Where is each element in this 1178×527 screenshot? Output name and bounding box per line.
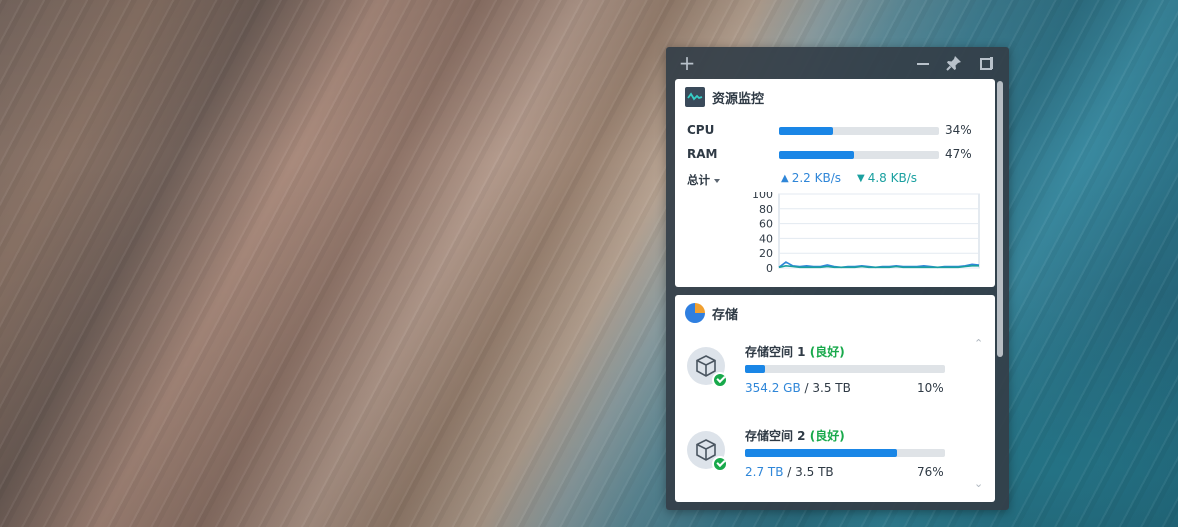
storage-header: 存储 xyxy=(685,303,738,323)
volume-status-close: ) xyxy=(839,345,845,359)
chart-y-tick-label: 20 xyxy=(759,247,773,260)
ram-percent: 47% xyxy=(945,147,972,161)
upload-speed-value: 2.2 KB/s xyxy=(791,171,841,185)
widget-panel: + 资源监控 CPU 34% RAM 47% 总计 ▲ 2.2 KB/s ▼ 4… xyxy=(666,47,1009,510)
chart-plot-frame xyxy=(778,193,980,269)
chart-y-tick-label: 60 xyxy=(759,218,773,231)
plus-icon[interactable]: + xyxy=(678,53,696,73)
chart-y-tick-label: 0 xyxy=(766,262,773,275)
ram-label: RAM xyxy=(687,147,718,161)
volume-separator: / xyxy=(804,381,809,395)
chart-y-tick-label: 40 xyxy=(759,232,773,245)
volume-usage-bar xyxy=(745,449,945,457)
healthy-check-icon xyxy=(712,372,728,388)
download-arrow-icon: ▼ xyxy=(857,172,865,184)
chart-y-tick-label: 100 xyxy=(752,192,773,201)
volume-capacity: 354.2 GB / 3.5 TB xyxy=(745,381,851,395)
ram-usage-fill xyxy=(779,151,855,159)
chart-grid xyxy=(778,193,980,269)
scrollbar-thumb[interactable] xyxy=(997,81,1003,357)
monitor-icon xyxy=(685,87,705,107)
volume-capacity: 2.7 TB / 3.5 TB xyxy=(745,465,834,479)
volume-usage-bar xyxy=(745,365,945,373)
volume-usage-fill xyxy=(745,365,765,373)
widget-toolbar: + xyxy=(666,47,1009,79)
volume-name: 存储空间 2 (良好) xyxy=(745,427,845,444)
ram-usage-bar xyxy=(779,151,939,159)
volume-usage-fill xyxy=(745,449,897,457)
volume-name: 存储空间 1 (良好) xyxy=(745,343,845,360)
volume-item[interactable]: 存储空间 2 (良好) 2.7 TB / 3.5 TB 76% xyxy=(675,427,995,497)
volume-name-text: 存储空间 2 xyxy=(745,429,806,443)
network-chart: 100 80 6040 20 0 xyxy=(752,192,980,275)
volume-percent: 76% xyxy=(917,465,944,479)
resource-monitor-title: 资源监控 xyxy=(712,91,765,107)
download-speed-value: 4.8 KB/s xyxy=(867,171,917,185)
healthy-check-icon xyxy=(712,456,728,472)
cpu-usage-bar xyxy=(779,127,939,135)
resource-monitor-widget: 资源监控 CPU 34% RAM 47% 总计 ▲ 2.2 KB/s ▼ 4.8 K… xyxy=(675,79,995,287)
minus-icon[interactable] xyxy=(914,54,932,72)
layout-icon[interactable] xyxy=(977,54,995,72)
volume-total: 3.5 TB xyxy=(795,465,834,479)
chevron-down-icon[interactable]: ⌄ xyxy=(974,478,984,489)
volume-separator: / xyxy=(787,465,792,479)
storage-widget: 存储 ⌃ 存储空间 1 (良好) 354.2 GB / 3.5 TB 10% 存… xyxy=(675,295,995,502)
storage-title: 存储 xyxy=(712,307,739,323)
volume-status: 良好 xyxy=(815,429,840,443)
pin-icon-glyph xyxy=(946,56,961,71)
widget-scrollbar[interactable] xyxy=(996,79,1004,505)
cpu-usage-fill xyxy=(779,127,834,135)
volume-name-text: 存储空间 1 xyxy=(745,345,806,359)
resource-monitor-header: 资源监控 xyxy=(685,87,764,107)
cpu-label: CPU xyxy=(687,123,715,137)
chart-lines xyxy=(778,261,980,269)
network-selector[interactable]: 总计 xyxy=(687,172,720,188)
volume-used: 2.7 TB xyxy=(745,465,784,479)
volume-status: 良好 xyxy=(815,345,840,359)
upload-speed: ▲ 2.2 KB/s xyxy=(781,171,841,185)
download-speed: ▼ 4.8 KB/s xyxy=(857,171,917,185)
upload-arrow-icon: ▲ xyxy=(781,172,789,184)
chart-y-tick-label: 80 xyxy=(759,203,773,216)
caret-down-icon xyxy=(714,178,720,183)
volume-total: 3.5 TB xyxy=(812,381,851,395)
volume-item[interactable]: 存储空间 1 (良好) 354.2 GB / 3.5 TB 10% xyxy=(675,343,995,413)
pie-chart-icon xyxy=(685,303,705,323)
chart-y-ticks: 100 80 6040 20 0 xyxy=(752,192,773,275)
network-selector-label: 总计 xyxy=(687,173,710,187)
cpu-percent: 34% xyxy=(945,123,972,137)
volume-status-close: ) xyxy=(839,429,845,443)
volume-percent: 10% xyxy=(917,381,944,395)
pin-icon[interactable] xyxy=(945,54,963,72)
volume-used: 354.2 GB xyxy=(745,381,801,395)
